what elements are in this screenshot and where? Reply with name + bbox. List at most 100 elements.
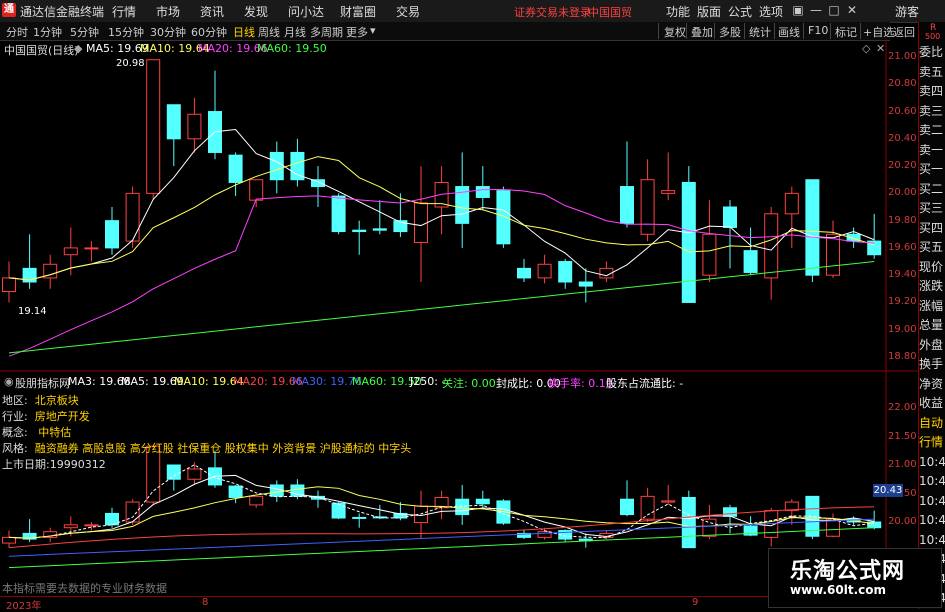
main-candle (702, 233, 717, 276)
sub-candle (84, 524, 99, 527)
sub-y-tick: 20.00 (888, 516, 917, 527)
main-candle (311, 179, 325, 188)
main-candle (105, 220, 119, 249)
main-candle (578, 281, 593, 287)
ipo-row: 上市日期:19990312 (2, 456, 106, 472)
main-candle (517, 267, 531, 279)
main-candle (372, 228, 387, 231)
ind-gudong: 股东占流通比: - (606, 377, 684, 390)
industry-label: 行业: (2, 410, 28, 423)
sub-y-tick: 21.50 (888, 430, 917, 442)
concept-label: 概念: (2, 426, 28, 439)
main-y-tick: 19.40 (888, 269, 917, 281)
concept-value: 中特估 (38, 426, 72, 439)
sub-candle (826, 518, 840, 537)
main-candle (784, 192, 799, 215)
main-candle (290, 151, 305, 181)
style-row: 风格: 融资融券 高股息股 高分红股 社保重仓 股权集中 外资背景 沪股通标的 … (2, 440, 411, 456)
main-candle (269, 151, 284, 181)
current-price-tag: 20.43 (873, 484, 903, 497)
high-price-label: 20.98 (116, 58, 145, 69)
ma60-line (8, 261, 875, 354)
main-candle (331, 195, 346, 233)
main-y-tick: 21.00 (888, 51, 917, 62)
main-candle (826, 233, 840, 276)
main-candle (475, 186, 490, 198)
ind-huanshou: 换手率: 0.10 (548, 377, 613, 390)
region-value: 北京板块 (34, 394, 79, 407)
main-candle (558, 261, 573, 283)
sub-y-tick: 21.00 (888, 459, 917, 470)
kline-chart[interactable] (0, 0, 945, 609)
date-label-year: 2023年 (6, 601, 42, 612)
sub-candle (681, 496, 696, 549)
main-candle (723, 206, 737, 228)
date-axis (0, 596, 890, 610)
sub-candle (537, 531, 552, 538)
sub-candle (166, 464, 181, 480)
main-candle (2, 277, 16, 293)
sub-candle (63, 524, 78, 529)
sub-candle (620, 498, 634, 516)
style-label: 风格: (2, 442, 28, 455)
ind-ma60-line (8, 527, 875, 569)
ipo-value: 19990312 (49, 458, 106, 471)
sub-candle (702, 518, 717, 537)
main-candle (537, 263, 552, 279)
main-y-tick: 20.80 (888, 78, 917, 90)
main-y-tick: 19.20 (888, 296, 917, 308)
main-candle (63, 247, 78, 256)
sub-candle (187, 468, 202, 480)
indicator-name: 股朋指标网 (15, 377, 70, 390)
region-row: 地区: 北京板块 (2, 392, 79, 408)
main-y-tick: 20.40 (888, 132, 917, 144)
sub-candle (723, 507, 737, 517)
main-y-tick: 19.60 (888, 241, 917, 253)
sub-candle (352, 516, 367, 519)
sub-candle (372, 516, 387, 519)
main-candle (187, 113, 202, 140)
low-price-label: 19.14 (18, 306, 47, 317)
main-candle (661, 190, 676, 194)
sub-candle (475, 498, 490, 505)
date-label-sep: 9 (692, 597, 699, 608)
main-y-tick: 19.00 (888, 323, 917, 335)
indicator-settings-icon[interactable]: ◉ (4, 375, 14, 388)
ind-j250: J250: - (410, 375, 446, 388)
main-y-tick: 20.60 (888, 105, 917, 117)
sub-y-tick: 22.00 (888, 402, 917, 413)
sub-candle (269, 484, 284, 497)
main-candle (166, 104, 181, 140)
sub-candle (661, 500, 676, 503)
industry-value: 房地产开发 (34, 410, 90, 423)
main-candle (681, 181, 696, 303)
indicator-footer: 本指标需要去数据的专业财务数据 (2, 582, 167, 595)
main-y-tick: 19.80 (888, 214, 917, 226)
main-candle (414, 202, 428, 243)
watermark-url: www.60lt.com (790, 583, 887, 597)
concept-row: 概念: 中特估 (2, 424, 71, 440)
main-candle (640, 179, 655, 235)
main-y-tick: 18.80 (888, 351, 917, 362)
main-candle (84, 247, 99, 250)
main-candle (249, 179, 264, 201)
sub-candle (640, 495, 655, 520)
main-candle (805, 179, 820, 276)
main-y-tick: 20.00 (888, 187, 917, 199)
main-candle (146, 59, 161, 194)
date-label-aug: 8 (202, 597, 209, 608)
sub-candle (2, 536, 16, 544)
main-candle (743, 250, 758, 273)
ind-guanzhu: 关注: 0.00 (442, 377, 496, 390)
sub-candle (331, 502, 346, 519)
region-label: 地区: (2, 394, 28, 407)
sub-candle (228, 485, 243, 498)
main-y-tick: 20.20 (888, 160, 917, 172)
main-candle (228, 154, 243, 183)
style-value: 融资融券 高股息股 高分红股 社保重仓 股权集中 外资背景 沪股通标的 中字头 (34, 442, 412, 455)
sub-candle (455, 498, 470, 516)
sub-candle (249, 495, 264, 506)
main-candle (620, 186, 634, 224)
main-candle (352, 229, 367, 233)
industry-row: 行业: 房地产开发 (2, 408, 90, 424)
